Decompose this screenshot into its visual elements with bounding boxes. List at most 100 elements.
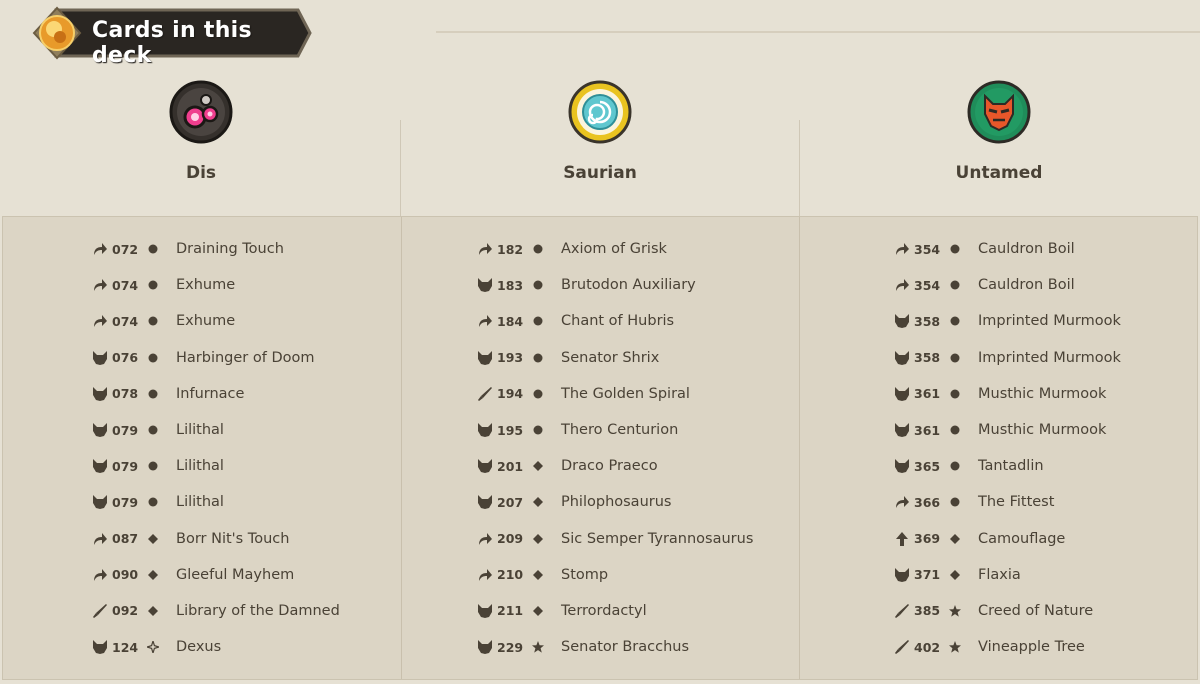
house-header-saurian: Saurian <box>401 80 799 216</box>
creature-icon <box>91 493 109 511</box>
card-number: 365 <box>914 458 941 474</box>
house-name-dis: Dis <box>185 163 217 183</box>
card-row[interactable]: 210 Stomp <box>476 557 753 593</box>
card-list-untamed: 354 Cauldron Boil 354 Cauldron Boil 358 Impri… <box>893 231 1121 665</box>
card-number: 194 <box>497 386 524 402</box>
card-row[interactable]: 087 Borr Nit's Touch <box>91 521 340 557</box>
card-number: 092 <box>112 603 139 619</box>
card-row[interactable]: 354 Cauldron Boil <box>893 267 1121 303</box>
card-row[interactable]: 074 Exhume <box>91 303 340 339</box>
card-number: 211 <box>497 603 524 619</box>
card-row[interactable]: 361 Musthic Murmook <box>893 376 1121 412</box>
rarity-uncommon-icon <box>532 532 544 546</box>
card-row[interactable]: 193 Senator Shrix <box>476 340 753 376</box>
rarity-uncommon-icon <box>532 495 544 509</box>
card-row[interactable]: 358 Imprinted Murmook <box>893 340 1121 376</box>
action-icon <box>91 276 109 294</box>
rarity-special-icon <box>147 640 159 654</box>
card-row[interactable]: 371 Flaxia <box>893 557 1121 593</box>
card-row[interactable]: 354 Cauldron Boil <box>893 231 1121 267</box>
rarity-rare-icon <box>532 640 544 654</box>
rarity-common-icon <box>532 242 544 256</box>
action-icon <box>893 276 911 294</box>
card-number: 371 <box>914 567 941 583</box>
card-row[interactable]: 092 Library of the Damned <box>91 593 340 629</box>
card-row[interactable]: 385 Creed of Nature <box>893 593 1121 629</box>
card-row[interactable]: 090 Gleeful Mayhem <box>91 557 340 593</box>
card-number: 087 <box>112 531 139 547</box>
card-row[interactable]: 207 Philophosaurus <box>476 484 753 520</box>
card-row[interactable]: 184 Chant of Hubris <box>476 303 753 339</box>
card-name: Imprinted Murmook <box>978 349 1121 366</box>
card-row[interactable]: 079 Lilithal <box>91 412 340 448</box>
card-row[interactable]: 079 Lilithal <box>91 448 340 484</box>
artifact-icon <box>893 638 911 656</box>
action-icon <box>893 240 911 258</box>
house-name-saurian: Saurian <box>563 163 637 183</box>
rarity-common-icon <box>949 423 961 437</box>
rarity-uncommon-icon <box>949 568 961 582</box>
artifact-icon <box>91 602 109 620</box>
card-name: Tantadlin <box>978 458 1044 475</box>
card-row[interactable]: 074 Exhume <box>91 267 340 303</box>
card-row[interactable]: 201 Draco Praeco <box>476 448 753 484</box>
action-icon <box>476 566 494 584</box>
creature-icon <box>476 276 494 294</box>
rarity-common-icon <box>147 423 159 437</box>
rarity-common-icon <box>949 387 961 401</box>
card-row[interactable]: 078 Infurnace <box>91 376 340 412</box>
card-number: 385 <box>914 603 941 619</box>
house-name-untamed: Untamed <box>955 163 1043 183</box>
card-number: 072 <box>112 241 139 257</box>
card-name: Axiom of Grisk <box>561 241 667 258</box>
card-number: 074 <box>112 277 139 293</box>
card-name: Exhume <box>176 277 236 294</box>
rarity-common-icon <box>532 314 544 328</box>
card-row[interactable]: 183 Brutodon Auxiliary <box>476 267 753 303</box>
creature-icon <box>893 421 911 439</box>
saurian-emblem-icon <box>568 80 632 144</box>
creature-icon <box>91 421 109 439</box>
artifact-icon <box>893 602 911 620</box>
card-row[interactable]: 229 Senator Bracchus <box>476 629 753 665</box>
card-row[interactable]: 194 The Golden Spiral <box>476 376 753 412</box>
house-header-dis: Dis <box>2 80 400 216</box>
card-number: 074 <box>112 313 139 329</box>
creature-icon <box>476 349 494 367</box>
card-name: The Fittest <box>978 494 1055 511</box>
card-number: 090 <box>112 567 139 583</box>
card-row[interactable]: 358 Imprinted Murmook <box>893 303 1121 339</box>
card-row[interactable]: 369 Camouflage <box>893 521 1121 557</box>
action-icon <box>476 240 494 258</box>
creature-icon <box>91 385 109 403</box>
rarity-uncommon-icon <box>532 604 544 618</box>
card-row[interactable]: 211 Terrordactyl <box>476 593 753 629</box>
card-row[interactable]: 209 Sic Semper Tyrannosaurus <box>476 521 753 557</box>
card-number: 193 <box>497 350 524 366</box>
card-row[interactable]: 124 Dexus <box>91 629 340 665</box>
rarity-common-icon <box>532 423 544 437</box>
card-number: 195 <box>497 422 524 438</box>
dis-emblem-icon <box>169 80 233 144</box>
creature-icon <box>893 312 911 330</box>
card-row[interactable]: 182 Axiom of Grisk <box>476 231 753 267</box>
card-row[interactable]: 366 The Fittest <box>893 484 1121 520</box>
card-row[interactable]: 076 Harbinger of Doom <box>91 340 340 376</box>
card-name: Harbinger of Doom <box>176 349 315 366</box>
card-row[interactable]: 365 Tantadlin <box>893 448 1121 484</box>
card-number: 182 <box>497 241 524 257</box>
card-number: 369 <box>914 531 941 547</box>
card-row[interactable]: 079 Lilithal <box>91 484 340 520</box>
card-number: 358 <box>914 350 941 366</box>
card-row[interactable]: 195 Thero Centurion <box>476 412 753 448</box>
card-list-dis: 072 Draining Touch 074 Exhume 074 Exhume 076 Ha… <box>91 231 340 665</box>
card-row[interactable]: 072 Draining Touch <box>91 231 340 267</box>
artifact-icon <box>476 385 494 403</box>
upgrade-icon <box>893 530 911 548</box>
card-number: 361 <box>914 422 941 438</box>
card-name: Chant of Hubris <box>561 313 675 330</box>
creature-icon <box>476 602 494 620</box>
action-icon <box>91 240 109 258</box>
card-row[interactable]: 361 Musthic Murmook <box>893 412 1121 448</box>
card-row[interactable]: 402 Vineapple Tree <box>893 629 1121 665</box>
